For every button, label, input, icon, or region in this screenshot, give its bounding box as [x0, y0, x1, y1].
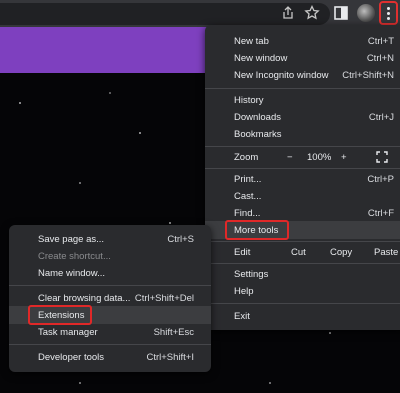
menu-item-edit: Edit Cut Copy Paste — [205, 243, 400, 261]
menu-item-shortcut: Ctrl+P — [367, 174, 394, 185]
menu-item-label: Help — [234, 286, 254, 297]
menu-item-new-tab[interactable]: New tab Ctrl+T — [205, 32, 400, 50]
chrome-main-menu: New tab Ctrl+T New window Ctrl+N New Inc… — [205, 25, 400, 330]
menu-divider — [9, 344, 211, 345]
menu-item-shortcut: Ctrl+F — [367, 208, 394, 219]
menu-item-cast[interactable]: Cast... — [205, 187, 400, 205]
menu-item-label: Cast... — [234, 191, 262, 202]
menu-item-label: New Incognito window — [234, 70, 329, 81]
menu-item-shortcut: Ctrl+Shift+N — [342, 70, 394, 81]
menu-item-label: Clear browsing data... — [38, 293, 131, 304]
menu-item-label: Find... — [234, 208, 261, 219]
menu-item-downloads[interactable]: Downloads Ctrl+J — [205, 108, 400, 126]
menu-item-shortcut: Ctrl+N — [366, 53, 394, 64]
menu-divider — [205, 263, 400, 264]
menu-item-new-window[interactable]: New window Ctrl+N — [205, 49, 400, 67]
submenu-item-save-page[interactable]: Save page as... Ctrl+S — [9, 230, 211, 248]
menu-item-exit[interactable]: Exit — [205, 307, 400, 325]
menu-item-new-incognito-window[interactable]: New Incognito window Ctrl+Shift+N — [205, 66, 400, 84]
menu-item-label: Name window... — [38, 268, 106, 279]
menu-divider — [205, 168, 400, 169]
paste-button[interactable]: Paste — [374, 247, 398, 258]
menu-item-print[interactable]: Print... Ctrl+P — [205, 170, 400, 188]
menu-divider — [205, 241, 400, 242]
zoom-level-value: 100% — [307, 152, 332, 163]
three-dot-menu-icon[interactable] — [379, 1, 398, 25]
menu-divider — [205, 146, 400, 147]
menu-item-label: Downloads — [234, 112, 281, 123]
menu-item-label: Task manager — [38, 327, 98, 338]
menu-item-label: Exit — [234, 311, 250, 322]
fullscreen-icon[interactable] — [376, 151, 388, 163]
highlight-box — [28, 305, 92, 325]
submenu-item-create-shortcut: Create shortcut... — [9, 247, 211, 265]
menu-item-history[interactable]: History — [205, 91, 400, 109]
submenu-item-task-manager[interactable]: Task manager Shift+Esc — [9, 323, 211, 341]
menu-item-shortcut: Ctrl+Shift+I — [146, 352, 194, 363]
menu-divider — [9, 285, 211, 286]
menu-item-label: Print... — [234, 174, 262, 185]
menu-item-label: Bookmarks — [234, 129, 282, 140]
menu-item-label: Zoom — [234, 152, 259, 163]
menu-item-shortcut: Ctrl+Shift+Del — [134, 293, 194, 304]
bookmark-star-icon[interactable] — [303, 4, 321, 22]
menu-item-label: Create shortcut... — [38, 251, 111, 262]
submenu-item-name-window[interactable]: Name window... — [9, 264, 211, 282]
menu-item-shortcut: Ctrl+T — [367, 36, 394, 47]
share-icon[interactable] — [279, 4, 297, 22]
browser-toolbar — [0, 0, 400, 27]
menu-item-settings[interactable]: Settings — [205, 265, 400, 283]
menu-item-shortcut: Shift+Esc — [153, 327, 194, 338]
menu-item-label: Save page as... — [38, 234, 105, 245]
menu-divider — [205, 303, 400, 304]
menu-item-label: New window — [234, 53, 288, 64]
side-panel-icon[interactable] — [332, 4, 350, 22]
copy-button[interactable]: Copy — [330, 247, 352, 258]
menu-item-shortcut: Ctrl+J — [368, 112, 394, 123]
menu-item-label: Settings — [234, 269, 269, 280]
submenu-item-developer-tools[interactable]: Developer tools Ctrl+Shift+I — [9, 348, 211, 366]
menu-item-label: Developer tools — [38, 352, 105, 363]
menu-item-bookmarks[interactable]: Bookmarks — [205, 125, 400, 143]
menu-item-label: Edit — [234, 247, 251, 258]
menu-item-zoom: Zoom − 100% + — [205, 148, 400, 166]
menu-item-help[interactable]: Help — [205, 282, 400, 300]
highlight-box — [225, 220, 289, 240]
profile-avatar[interactable] — [357, 4, 375, 22]
zoom-in-button[interactable]: + — [341, 152, 347, 163]
menu-item-label: History — [234, 95, 264, 106]
menu-divider — [205, 88, 400, 89]
menu-item-label: New tab — [234, 36, 269, 47]
menu-item-shortcut: Ctrl+S — [167, 234, 194, 245]
cut-button[interactable]: Cut — [291, 247, 306, 258]
more-tools-submenu: Save page as... Ctrl+S Create shortcut..… — [9, 225, 211, 372]
zoom-out-button[interactable]: − — [287, 152, 293, 163]
